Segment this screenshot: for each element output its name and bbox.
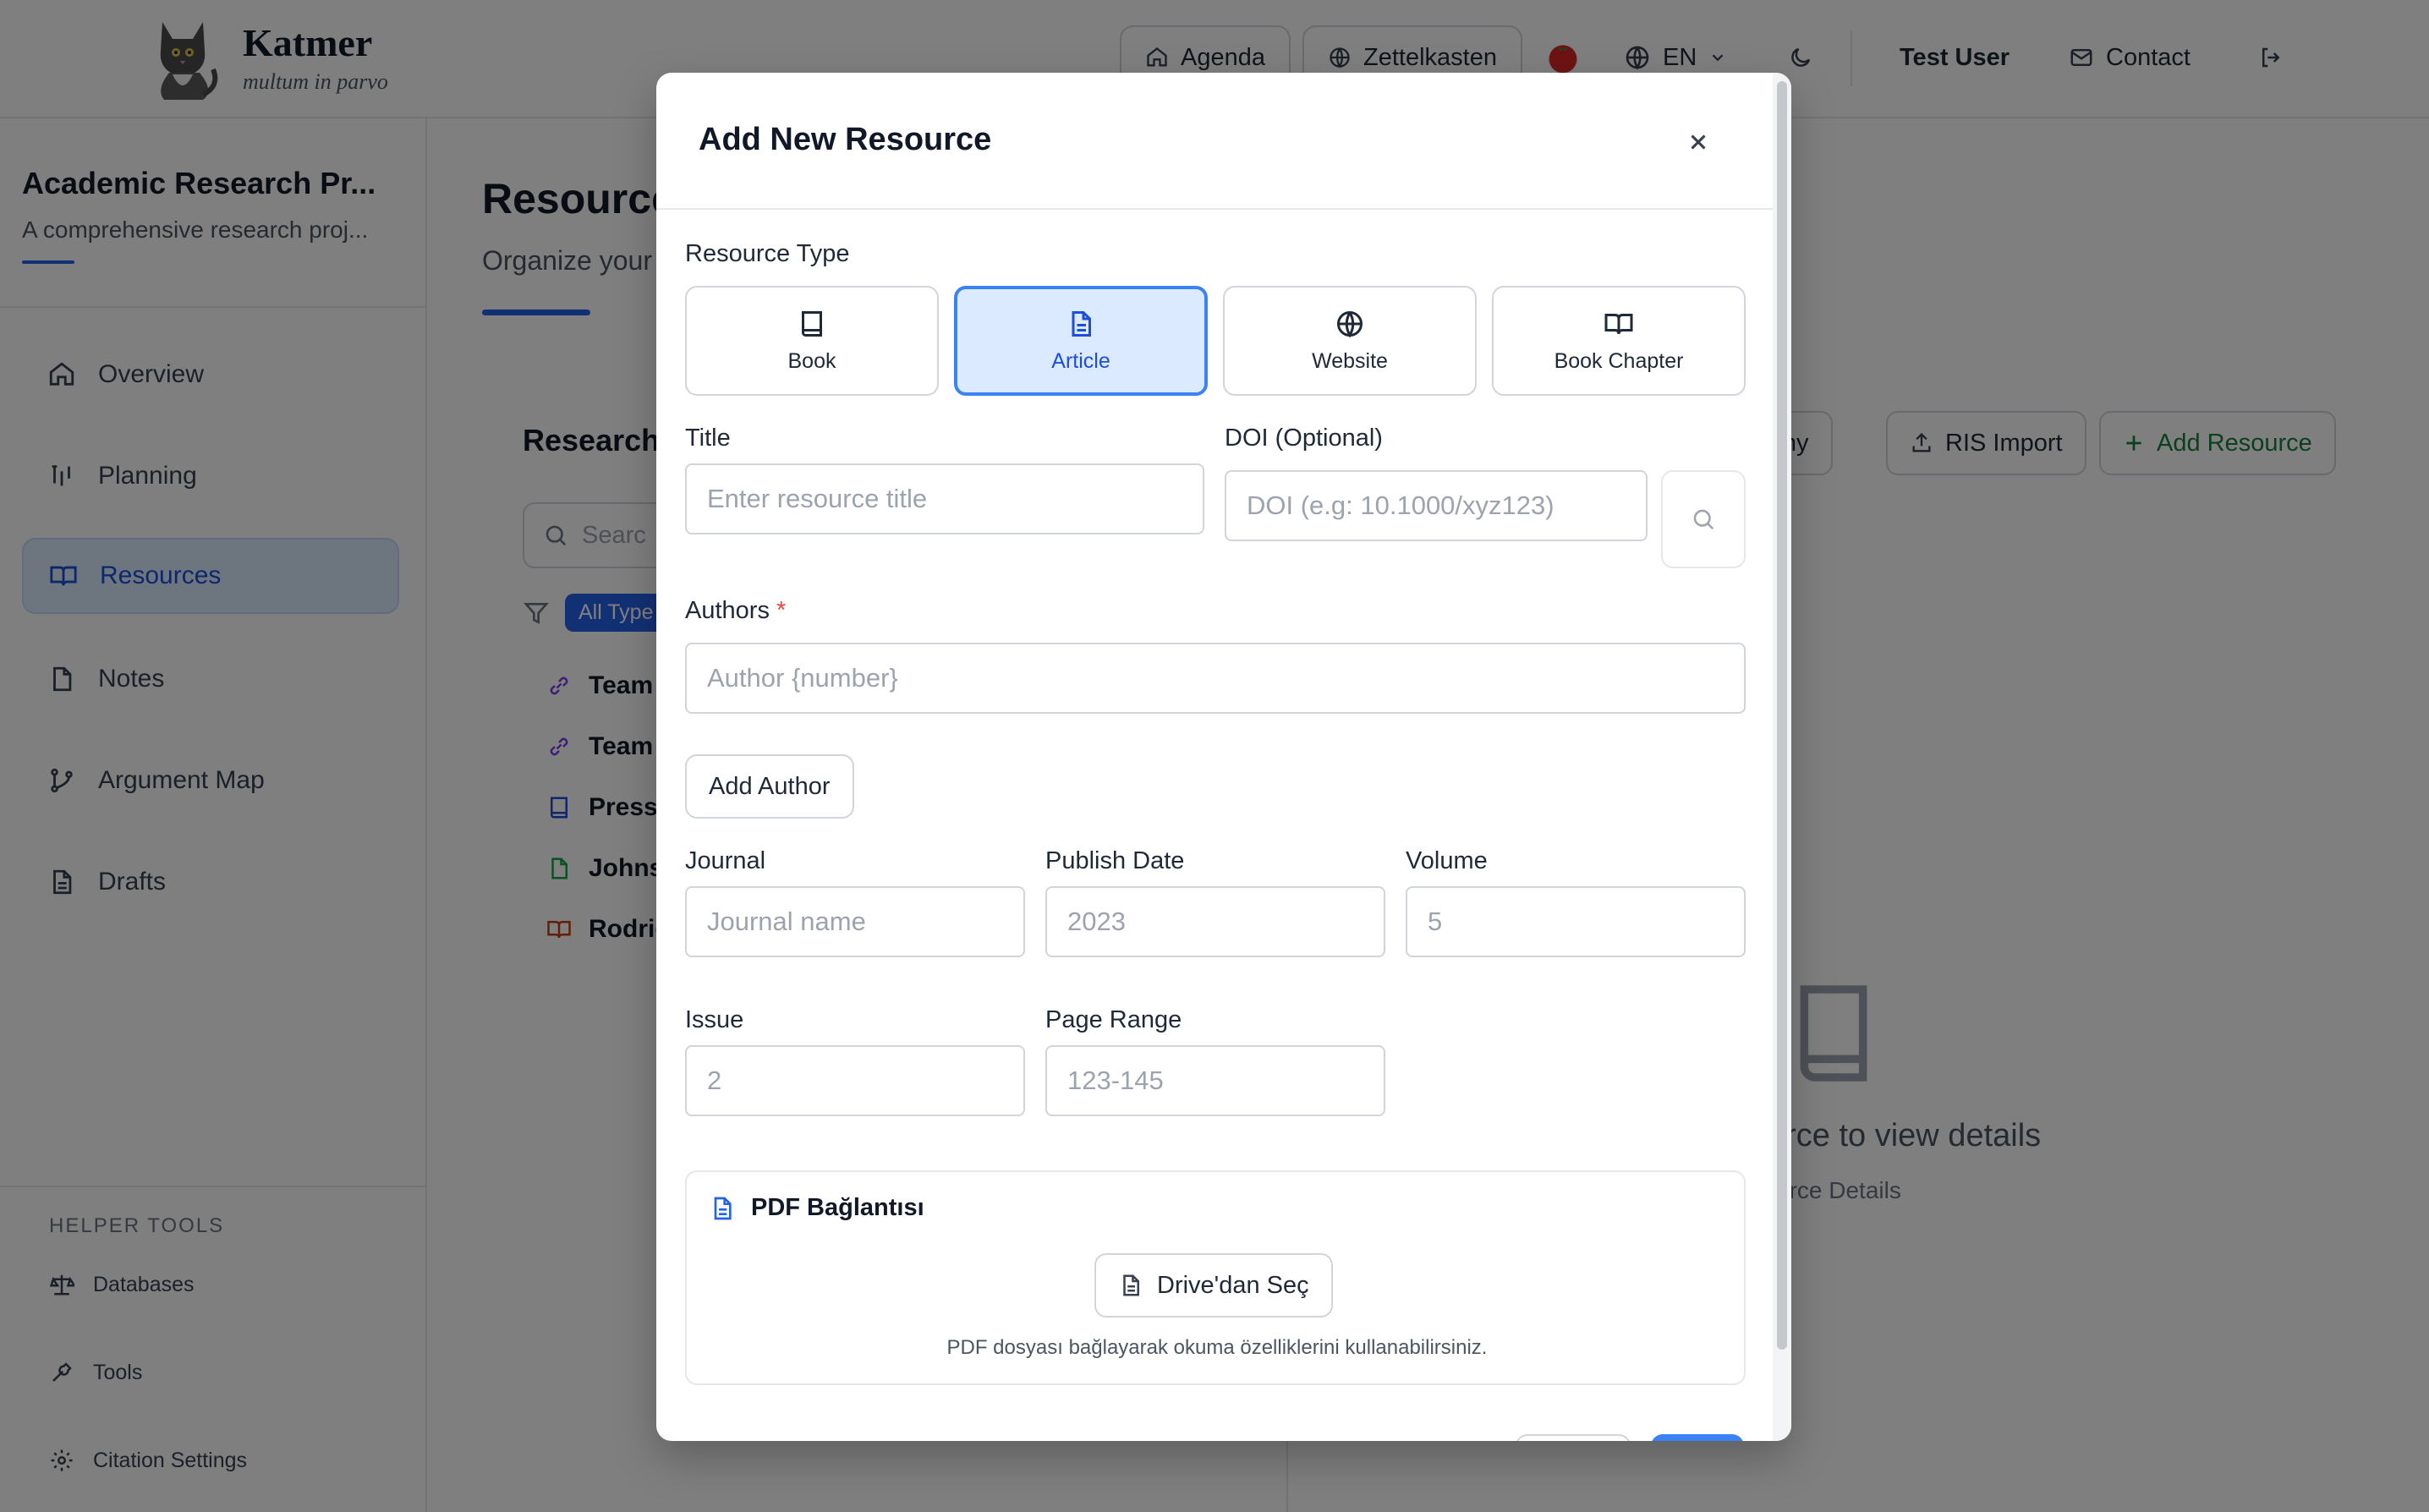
close-button[interactable] xyxy=(1676,120,1720,164)
pdf-section-header: PDF Bağlantısı xyxy=(709,1194,924,1222)
journal-label: Journal xyxy=(685,847,766,874)
add-resource-modal: Add New Resource Resource Type Book Arti… xyxy=(656,73,1791,1441)
book-open-icon xyxy=(1604,309,1634,339)
type-option-article[interactable]: Article xyxy=(954,286,1208,396)
globe-icon xyxy=(1335,309,1365,339)
file-text-icon xyxy=(1118,1273,1143,1298)
authors-label: Authors * xyxy=(685,597,786,625)
pdf-section-title: PDF Bağlantısı xyxy=(751,1194,924,1221)
type-option-label: Book xyxy=(787,348,836,373)
modal-header-divider xyxy=(656,208,1773,210)
title-label: Title xyxy=(685,425,731,452)
doi-input[interactable] xyxy=(1225,470,1648,541)
book-icon xyxy=(797,309,827,339)
type-option-label: Website xyxy=(1312,348,1388,373)
submit-button[interactable] xyxy=(1651,1434,1744,1441)
search-icon xyxy=(1691,507,1716,532)
type-option-book[interactable]: Book xyxy=(685,286,939,396)
type-option-book-chapter[interactable]: Book Chapter xyxy=(1492,286,1746,396)
volume-label: Volume xyxy=(1406,847,1488,874)
close-icon xyxy=(1686,129,1711,155)
pdf-link-section: PDF Bağlantısı Drive'dan Seç PDF dosyası… xyxy=(685,1170,1746,1385)
type-option-label: Book Chapter xyxy=(1554,348,1684,373)
page-range-input[interactable] xyxy=(1045,1045,1385,1116)
required-mark: * xyxy=(776,597,787,624)
modal-scrollbar[interactable] xyxy=(1773,73,1791,1441)
page-range-label: Page Range xyxy=(1045,1006,1182,1033)
journal-input[interactable] xyxy=(685,886,1025,957)
file-text-icon xyxy=(1066,309,1096,339)
pdf-hint-text: PDF dosyası bağlayarak okuma özellikleri… xyxy=(946,1336,1488,1359)
modal-title: Add New Resource xyxy=(699,122,992,157)
issue-input[interactable] xyxy=(685,1045,1025,1116)
file-text-icon xyxy=(709,1195,736,1222)
volume-input[interactable] xyxy=(1406,886,1746,957)
publish-date-input[interactable] xyxy=(1045,886,1385,957)
author-input[interactable] xyxy=(685,643,1746,714)
type-option-label: Article xyxy=(1051,348,1110,373)
title-input[interactable] xyxy=(685,463,1204,534)
authors-label-text: Authors xyxy=(685,597,770,624)
resource-type-label: Resource Type xyxy=(685,240,850,267)
doi-lookup-button[interactable] xyxy=(1661,470,1746,568)
cancel-button[interactable] xyxy=(1516,1434,1631,1441)
modal-scrollbar-thumb[interactable] xyxy=(1777,81,1787,1350)
doi-label: DOI (Optional) xyxy=(1225,425,1383,452)
type-option-website[interactable]: Website xyxy=(1223,286,1477,396)
select-from-drive-button[interactable]: Drive'dan Seç xyxy=(1094,1253,1333,1318)
issue-label: Issue xyxy=(685,1006,744,1033)
drive-button-label: Drive'dan Seç xyxy=(1157,1271,1309,1299)
add-author-button[interactable]: Add Author xyxy=(685,754,854,819)
publish-date-label: Publish Date xyxy=(1045,847,1185,874)
